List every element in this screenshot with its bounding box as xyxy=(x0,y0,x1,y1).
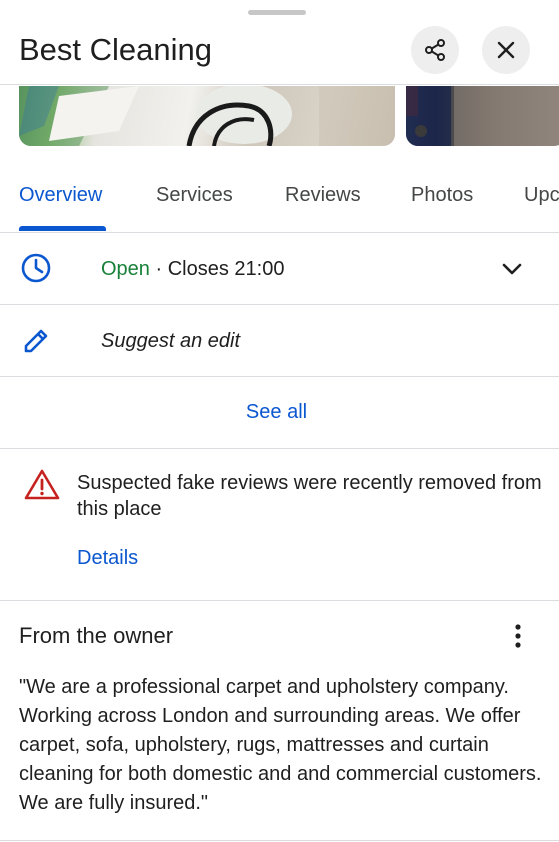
drag-handle[interactable] xyxy=(248,10,306,15)
photo-content xyxy=(19,86,395,146)
tab-overview[interactable]: Overview xyxy=(19,183,102,207)
clock-icon xyxy=(21,253,51,283)
divider xyxy=(0,600,559,601)
place-photo[interactable] xyxy=(406,86,559,146)
divider xyxy=(0,376,559,377)
hours-summary: Open · Closes 21:00 xyxy=(101,257,284,281)
share-icon xyxy=(425,39,445,61)
pencil-icon xyxy=(24,329,48,353)
photo-content xyxy=(406,86,559,146)
owner-description: "We are a professional carpet and uphols… xyxy=(19,676,542,814)
divider xyxy=(0,304,559,305)
place-details-sheet: Best Cleaning Overview Services Reviews … xyxy=(0,0,559,842)
chevron-down-icon[interactable] xyxy=(499,256,525,282)
tab-services[interactable]: Services xyxy=(156,183,233,207)
tab-bar: Overview Services Reviews Photos Upc xyxy=(0,150,559,232)
warning-icon xyxy=(24,469,60,500)
divider xyxy=(0,232,559,233)
photo-strip[interactable] xyxy=(0,86,559,148)
divider xyxy=(0,448,559,449)
tab-updates[interactable]: Upc xyxy=(524,183,559,207)
owner-section-heading: From the owner xyxy=(19,623,174,648)
suggest-edit-label: Suggest an edit xyxy=(101,330,240,352)
tab-photos[interactable]: Photos xyxy=(411,183,473,207)
more-vert-icon[interactable] xyxy=(504,622,532,650)
see-all-link[interactable]: See all xyxy=(0,400,553,424)
fake-reviews-notice: Suspected fake reviews were recently rem… xyxy=(77,472,542,520)
place-title: Best Cleaning xyxy=(19,32,213,67)
close-button[interactable] xyxy=(482,26,530,74)
share-button[interactable] xyxy=(411,26,459,74)
active-tab-indicator xyxy=(19,226,106,231)
header-divider xyxy=(0,84,559,85)
close-icon xyxy=(497,41,515,59)
tab-reviews[interactable]: Reviews xyxy=(285,183,361,207)
hours-separator: · xyxy=(149,258,168,280)
details-link[interactable]: Details xyxy=(77,546,138,570)
divider xyxy=(0,840,559,841)
closing-time: Closes 21:00 xyxy=(167,258,285,280)
open-status: Open xyxy=(101,258,150,280)
place-photo[interactable] xyxy=(19,86,395,146)
